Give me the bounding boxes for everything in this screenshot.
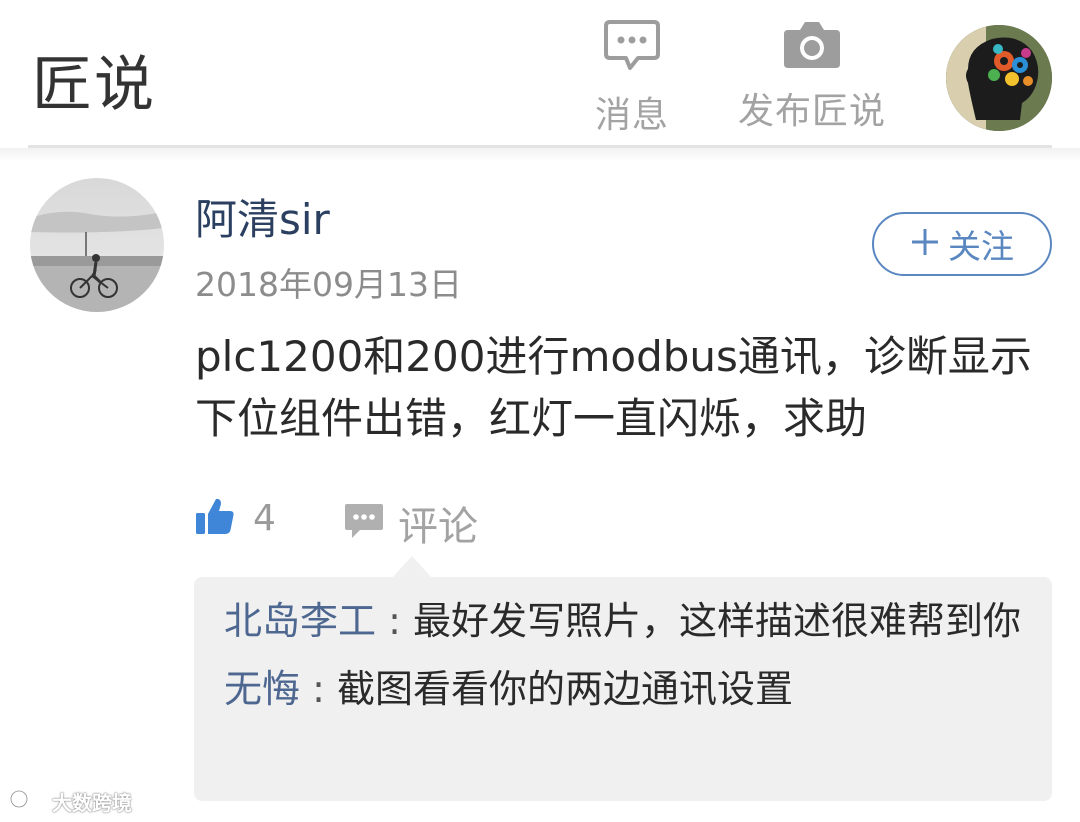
publish-label: 发布匠说 bbox=[738, 91, 887, 132]
like-button[interactable]: 4 bbox=[195, 496, 276, 540]
like-count: 4 bbox=[253, 497, 276, 539]
comment-text: 截图看看你的两边通讯设置 bbox=[336, 667, 793, 711]
comment-item: 北岛李工 : 最好发写照片，这样描述很难帮到你 bbox=[224, 593, 1022, 649]
header-shadow bbox=[0, 148, 1080, 162]
comment-separator: : bbox=[376, 599, 413, 643]
author-avatar[interactable] bbox=[30, 178, 164, 312]
comment-button[interactable]: 评论 bbox=[344, 494, 478, 552]
publish-button[interactable]: 发布匠说 bbox=[738, 18, 887, 134]
watermark-text: 大数跨境 bbox=[52, 791, 132, 815]
thumbs-up-icon bbox=[195, 496, 235, 540]
cyclist-photo-icon bbox=[30, 178, 164, 312]
follow-button[interactable]: 关注 bbox=[872, 212, 1052, 276]
app-title: 匠说 bbox=[32, 50, 156, 120]
author-name[interactable]: 阿清sir bbox=[195, 186, 330, 247]
user-avatar[interactable] bbox=[946, 25, 1052, 131]
page: 匠说 消息 发布匠说 阿清sir 2018年09月13日 关注 plc1200和… bbox=[0, 0, 1080, 822]
comments-list: 北岛李工 : 最好发写照片，这样描述很难帮到你 无悔 : 截图看看你的两边通讯设… bbox=[194, 577, 1052, 801]
comment-separator: : bbox=[300, 667, 337, 711]
top-bar: 匠说 消息 发布匠说 bbox=[0, 0, 1080, 146]
post-date: 2018年09月13日 bbox=[195, 265, 462, 304]
chat-bubble-icon bbox=[602, 18, 662, 78]
messages-button[interactable]: 消息 bbox=[594, 18, 670, 138]
comment-author[interactable]: 北岛李工 bbox=[224, 599, 376, 643]
camera-icon bbox=[782, 18, 842, 74]
comment-label: 评论 bbox=[398, 504, 478, 550]
follow-label: 关注 bbox=[948, 227, 1014, 266]
comment-text: 最好发写照片，这样描述很难帮到你 bbox=[412, 599, 1021, 643]
post-content: plc1200和200进行modbus通讯，诊断显示下位组件出错，红灯一直闪烁，… bbox=[195, 332, 1032, 443]
comments-pointer bbox=[392, 556, 432, 578]
watermark-logo-icon bbox=[8, 786, 52, 817]
watermark: 大数跨境 bbox=[8, 786, 132, 817]
messages-label: 消息 bbox=[594, 95, 669, 136]
plus-icon bbox=[910, 224, 940, 264]
comment-author[interactable]: 无悔 bbox=[224, 667, 300, 711]
comment-item: 无悔 : 截图看看你的两边通讯设置 bbox=[224, 661, 1022, 717]
comment-icon bbox=[344, 502, 384, 544]
brain-gears-avatar-icon bbox=[946, 25, 1052, 131]
